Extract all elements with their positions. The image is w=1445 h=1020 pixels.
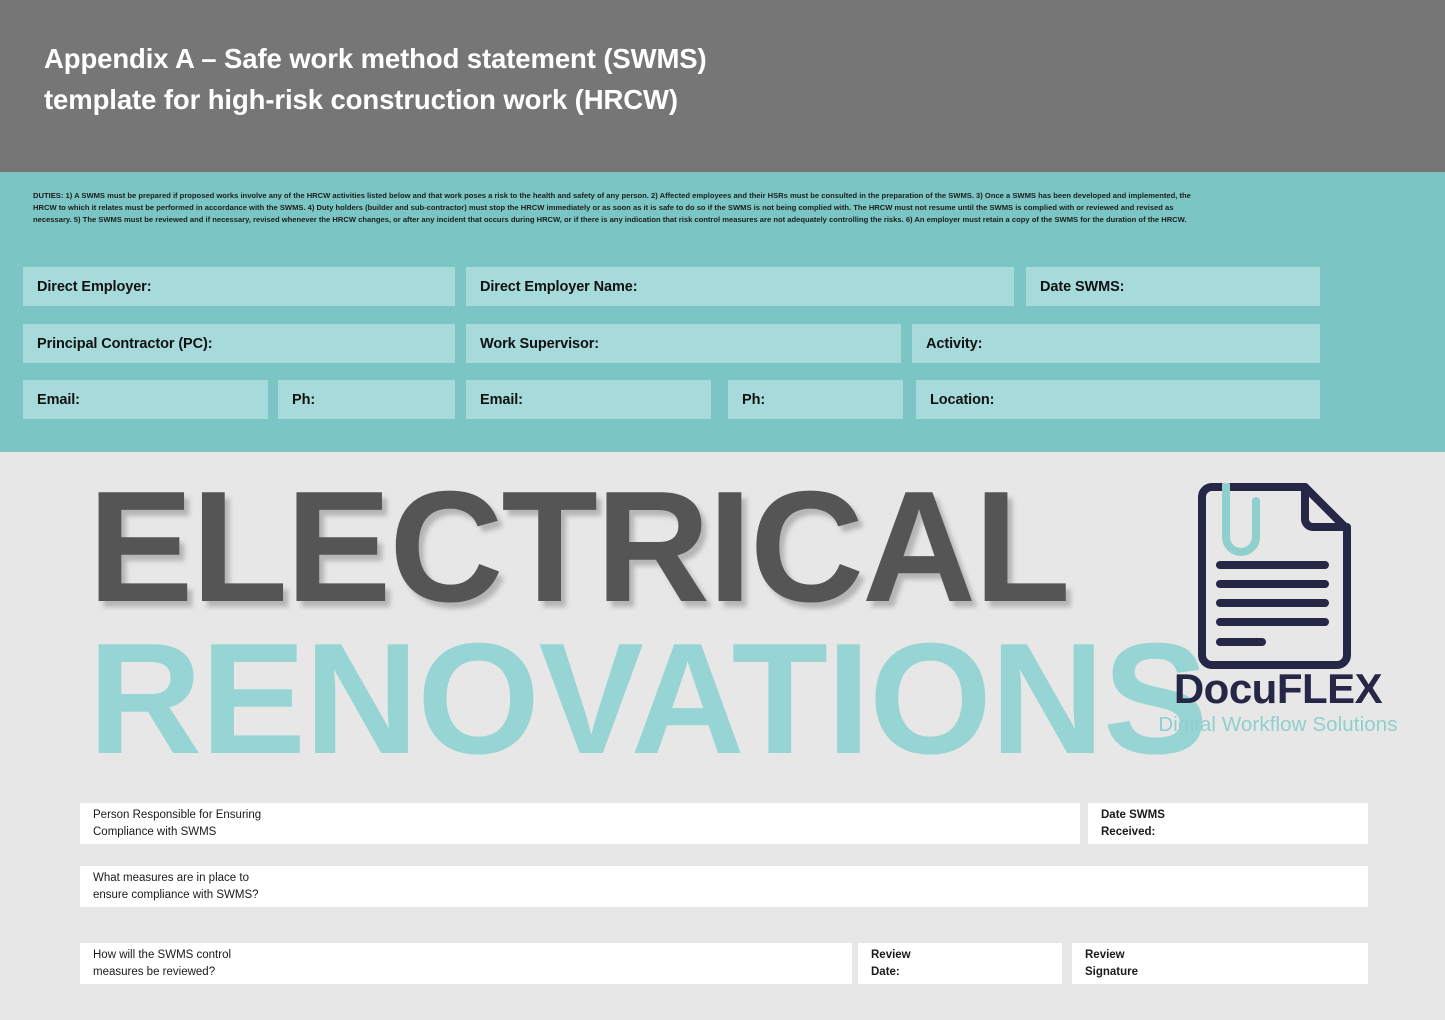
field-label-line-1: What measures are in place to <box>93 871 249 884</box>
field-label-line-2: Signature <box>1085 965 1139 978</box>
page-header: Appendix A – Safe work method statement … <box>0 0 1445 172</box>
page-title-line-1: Appendix A – Safe work method statement … <box>44 43 707 74</box>
teal-field-ph[interactable]: Ph: <box>278 380 455 419</box>
field-label-line-1: Date SWMS <box>1101 808 1165 821</box>
field-label-line-1: Review <box>871 948 911 961</box>
teal-field-activity[interactable]: Activity: <box>912 324 1320 363</box>
form-box-review-date[interactable]: Review Date: <box>858 943 1062 984</box>
field-label: Location: <box>930 391 995 408</box>
logo-name: DocuFLEX <box>1173 665 1383 712</box>
page-title: Appendix A – Safe work method statement … <box>44 38 944 120</box>
teal-field-ph[interactable]: Ph: <box>728 380 903 419</box>
field-label: Principal Contractor (PC): <box>37 335 213 352</box>
teal-field-direct-employer-name[interactable]: Direct Employer Name: <box>466 267 1014 306</box>
field-label: Direct Employer Name: <box>480 278 638 295</box>
teal-field-work-supervisor[interactable]: Work Supervisor: <box>466 324 901 363</box>
teal-field-direct-employer[interactable]: Direct Employer: <box>23 267 455 306</box>
page-title-line-2: template for high-risk construction work… <box>44 84 678 115</box>
field-label: Email: <box>37 391 80 408</box>
field-label: Ph: <box>742 391 766 408</box>
field-label: Direct Employer: <box>37 278 152 295</box>
swms-template-page: Appendix A – Safe work method statement … <box>0 0 1445 1020</box>
banner-word-electrical: ELECTRICAL <box>88 459 1071 635</box>
field-label: Ph: <box>292 391 316 408</box>
form-box-person-responsible[interactable]: Person Responsible for Ensuring Complianc… <box>80 803 1080 844</box>
form-box-how-reviewed[interactable]: How will the SWMS control measures be rev… <box>80 943 852 984</box>
docuflex-logo: DocuFLEX Digital Workflow Solutions <box>1128 481 1428 753</box>
field-label-line-2: Received: <box>1101 825 1156 838</box>
teal-field-date-swms[interactable]: Date SWMS: <box>1026 267 1320 306</box>
field-label-line-2: measures be reviewed? <box>93 965 216 978</box>
field-label-line-2: Compliance with SWMS <box>93 825 217 838</box>
teal-field-email[interactable]: Email: <box>23 380 268 419</box>
field-label-line-1: Person Responsible for Ensuring <box>93 808 262 821</box>
teal-field-principal-contractor-pc[interactable]: Principal Contractor (PC): <box>23 324 455 363</box>
field-label: Activity: <box>926 335 983 352</box>
banner-word-renovations: RENOVATIONS <box>88 611 1208 787</box>
teal-field-location[interactable]: Location: <box>916 380 1320 419</box>
duties-paragraph: DUTIES: 1) A SWMS must be prepared if pr… <box>33 191 1191 225</box>
field-label-line-1: Review <box>1085 948 1125 961</box>
field-label: Email: <box>480 391 523 408</box>
logo-tagline: Digital Workflow Solutions <box>1158 713 1398 736</box>
field-label-line-2: Date: <box>871 965 900 978</box>
field-label-line-2: ensure compliance with SWMS? <box>93 888 259 901</box>
form-box-measures-in-place[interactable]: What measures are in place to ensure comp… <box>80 866 1368 907</box>
field-label: Date SWMS: <box>1040 278 1125 295</box>
form-box-review-signature[interactable]: Review Signature <box>1072 943 1368 984</box>
document-with-paperclip-icon <box>1190 481 1360 673</box>
teal-field-email[interactable]: Email: <box>466 380 711 419</box>
field-label: Work Supervisor: <box>480 335 599 352</box>
form-box-date-swms-received[interactable]: Date SWMS Received: <box>1088 803 1368 844</box>
field-label-line-1: How will the SWMS control <box>93 948 232 961</box>
